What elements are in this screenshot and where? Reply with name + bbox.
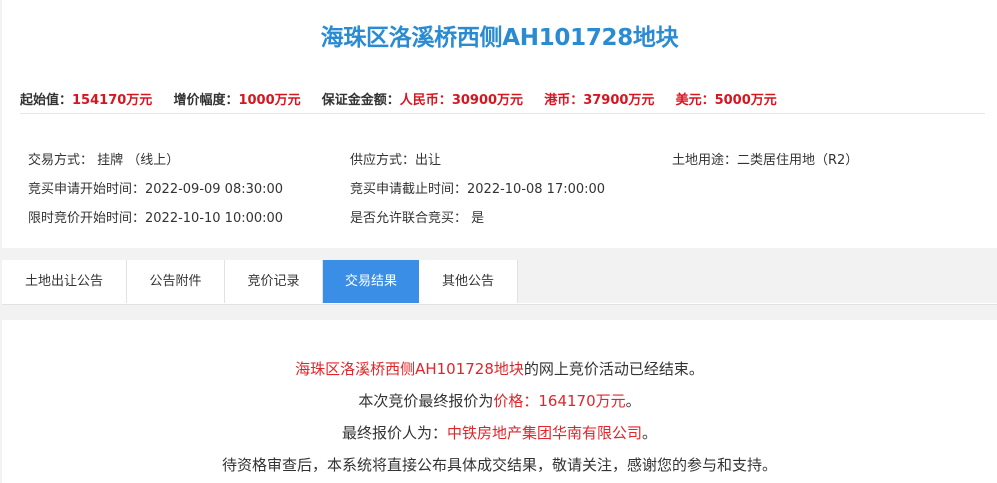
price-summary-bar: 起始值：154170万元 增价幅度：1000万元 保证金金额：人民币：30900… — [20, 89, 794, 108]
tab-bar-filler — [518, 260, 997, 303]
page-title: 海珠区洛溪桥西侧AH101728地块 — [320, 25, 679, 51]
tab-other-announcements[interactable]: 其他公告 — [419, 260, 518, 303]
tab-trade-result[interactable]: 交易结果 — [323, 260, 419, 303]
result-line1-text: 的网上竞价活动已经结束。 — [523, 360, 704, 378]
joint-bid-allowed: 是否允许联合竞买： 是 — [350, 211, 485, 226]
increment-label: 增价幅度： — [173, 93, 239, 108]
start-price-value: 154170万元 — [72, 93, 153, 108]
land-use: 土地用途：二类居住用地（R2） — [672, 153, 859, 168]
apply-start-time: 竞买申请开始时间：2022-09-09 08:30:00 — [28, 182, 284, 197]
result-parcel-name: 海珠区洛溪桥西侧AH101728地块 — [295, 360, 524, 378]
tab-land-announcement[interactable]: 土地出让公告 — [2, 260, 127, 303]
result-line2-prefix: 本次竞价最终报价为 — [358, 392, 494, 410]
supply-method: 供应方式：出让 — [350, 153, 442, 168]
increment-value: 1000万元 — [238, 93, 301, 108]
header-divider — [20, 113, 985, 114]
deposit-label: 保证金金额： — [321, 93, 400, 108]
usd-value: 5000万元 — [714, 93, 777, 108]
result-line-3: 最终报价人为：中铁房地产集团华南有限公司。 — [2, 422, 997, 443]
usd-label: 美元： — [675, 93, 715, 108]
hkd-label: 港币： — [544, 93, 584, 108]
result-line2-suffix: 。 — [625, 392, 641, 410]
trade-result-panel: 海珠区洛溪桥西侧AH101728地块的网上竞价活动已经结束。 本次竞价最终报价为… — [2, 320, 997, 483]
result-line3-suffix: 。 — [642, 424, 658, 442]
result-line3-prefix: 最终报价人为： — [341, 424, 447, 442]
tab-bar: 土地出让公告 公告附件 竞价记录 交易结果 其他公告 — [2, 260, 997, 305]
rmb-label: 人民币： — [399, 93, 452, 108]
result-line-1: 海珠区洛溪桥西侧AH101728地块的网上竞价活动已经结束。 — [2, 358, 997, 379]
final-bidder: 中铁房地产集团华南有限公司 — [446, 424, 642, 442]
parcel-header-panel: 海珠区洛溪桥西侧AH101728地块 起始值：154170万元 增价幅度：100… — [2, 0, 997, 248]
start-price-label: 起始值： — [20, 93, 73, 108]
result-line-4: 待资格审查后，本系统将直接公布具体成交结果，敬请关注，感谢您的参与和支持。 — [221, 456, 777, 474]
rmb-value: 30900万元 — [451, 93, 524, 108]
hkd-value: 37900万元 — [583, 93, 655, 108]
final-price: 价格：164170万元 — [493, 392, 626, 410]
bid-start-time: 限时竞价开始时间：2022-10-10 10:00:00 — [28, 211, 284, 226]
trade-method: 交易方式： 挂牌 （线上） — [28, 153, 180, 168]
tab-bid-records[interactable]: 竞价记录 — [225, 260, 323, 303]
apply-end-time: 竞买申请截止时间：2022-10-08 17:00:00 — [350, 182, 606, 197]
tab-attachments[interactable]: 公告附件 — [127, 260, 225, 303]
result-line-2: 本次竞价最终报价为价格：164170万元。 — [2, 390, 997, 411]
